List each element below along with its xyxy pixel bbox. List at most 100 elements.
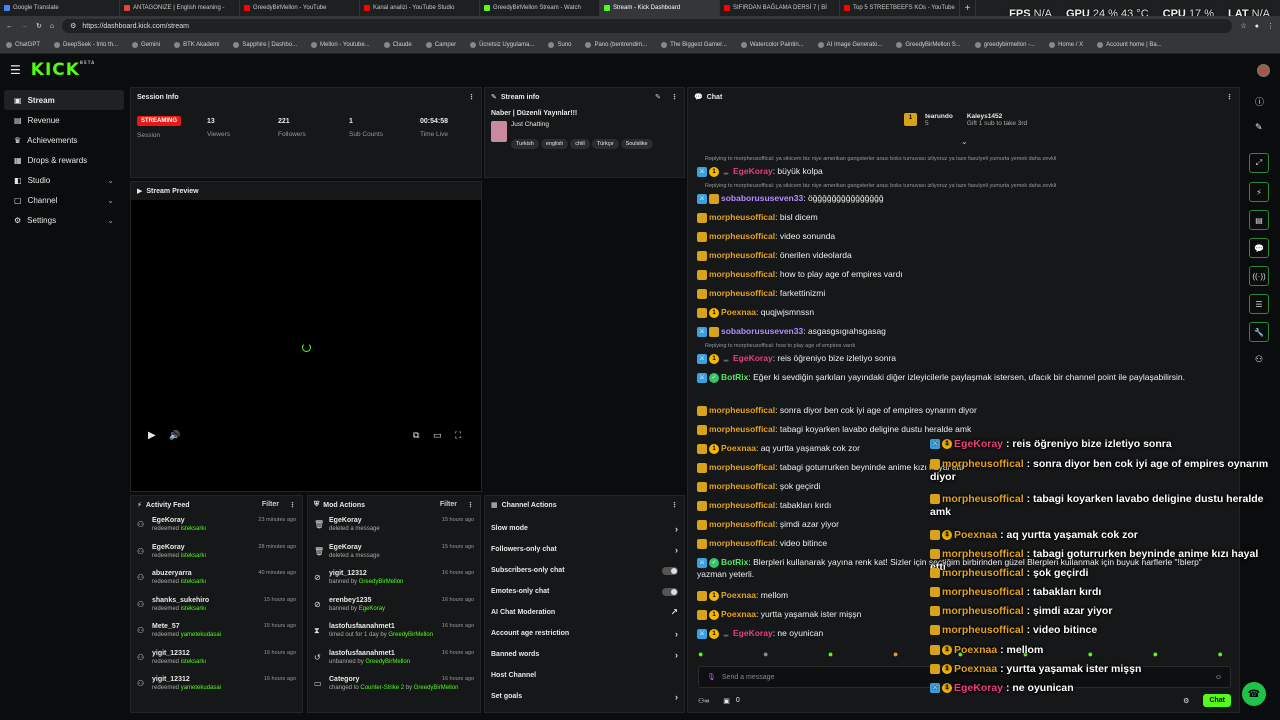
rail-button[interactable]: ((·)) <box>1249 266 1269 286</box>
browser-tab[interactable]: Kanal analizi - YouTube Studio <box>360 0 480 16</box>
star-icon[interactable]: ☆ <box>1240 22 1246 30</box>
activity-row[interactable]: ⚇ abuzeryarra redeemed isteksarkı 40 minute… <box>131 567 302 594</box>
tag[interactable]: Türkçe <box>591 139 619 149</box>
sidebar-item-achievements[interactable]: ♛ Achievements <box>4 130 124 150</box>
new-tab-button[interactable]: + <box>960 0 976 16</box>
chat-username[interactable]: morpheusoffical <box>709 405 775 415</box>
kick-logo[interactable]: KICKBETA <box>31 60 95 80</box>
chat-username[interactable]: morpheusoffical <box>709 519 775 529</box>
save-icon[interactable]: ▣ <box>723 697 730 705</box>
chat-message[interactable]: ⚔ ✓ BotRix: Eğer ki sevdiğin şarkıları yay… <box>697 371 1217 383</box>
chat-username[interactable]: sobaborususeven33 <box>721 193 803 203</box>
chat-message[interactable]: ⚔ sobaborususeven33: asgasgsıgıahsgasag <box>697 325 1217 337</box>
chat-message[interactable]: ⚔ sobaborususeven33: öğğğğğğğğğğğğğğğ <box>697 192 1217 204</box>
more-icon[interactable]: ⋮ <box>1226 93 1233 101</box>
more-icon[interactable]: ⋮ <box>671 501 678 509</box>
rail-button[interactable]: ⤢ <box>1249 153 1269 173</box>
browser-tab[interactable]: Google Translate <box>0 0 120 16</box>
bookmark-item[interactable]: DeepSeek - Into th... <box>54 41 118 48</box>
site-info-icon[interactable]: ⚙ <box>70 22 76 30</box>
emote-icon[interactable]: ● <box>763 649 768 659</box>
chat-username[interactable]: morpheusoffical <box>709 538 775 548</box>
bookmark-item[interactable]: BTK Akademi <box>174 41 219 48</box>
rail-button[interactable]: ⚡ <box>1249 182 1269 202</box>
sidebar-item-revenue[interactable]: ▤ Revenue <box>4 110 124 130</box>
chat-username[interactable]: morpheusoffical <box>709 462 775 472</box>
emote-icon[interactable]: ● <box>698 649 703 659</box>
rail-button[interactable]: ▤ <box>1249 210 1269 230</box>
chat-send-button[interactable]: Chat <box>1203 694 1231 707</box>
bookmark-item[interactable]: Watercolor Paintin... <box>740 41 804 48</box>
chat-message[interactable]: morpheusoffical: önerilen videolarda <box>697 249 1217 261</box>
rail-button[interactable]: 💬 <box>1249 238 1269 258</box>
back-icon[interactable]: ← <box>6 23 13 30</box>
more-icon[interactable]: ⋮ <box>671 93 678 101</box>
mod-row[interactable]: ↺ lastofusfaanahmet1 unbanned by GreedyBir… <box>308 647 480 674</box>
rail-button[interactable]: ☰ <box>1249 294 1269 314</box>
sidebar-item-stream[interactable]: ▣ Stream <box>4 90 124 110</box>
gear-icon[interactable]: ⚙ <box>1183 697 1189 705</box>
sidebar-item-studio[interactable]: ◧ Studio ⌄ <box>4 170 124 190</box>
chat-username[interactable]: EgeKoray <box>733 166 773 176</box>
chat-username[interactable]: morpheusoffical <box>709 424 775 434</box>
channel-action-row[interactable]: Account age restriction › <box>485 623 684 644</box>
mod-row[interactable]: ▭ Category changed to Counter-Strike 2 by … <box>308 673 480 700</box>
chevron-down-icon[interactable]: ⌄ <box>961 137 968 146</box>
bookmark-item[interactable]: The Biggest Gamer... <box>661 41 727 48</box>
play-button[interactable]: ▶ <box>148 430 156 441</box>
bookmark-item[interactable]: Pano (bentrendim... <box>585 41 647 48</box>
profile-icon[interactable]: ● <box>1255 23 1259 30</box>
chat-username[interactable]: Poexnaa <box>721 590 756 600</box>
add-widget-icon[interactable]: ⚇ <box>1255 354 1263 365</box>
chat-message[interactable]: 1 Poexnaa: quqjwjsmnssn <box>697 306 1217 318</box>
mod-row[interactable]: 🗑 EgeKoray deleted a message 15 hours ago <box>308 514 480 541</box>
mod-row[interactable]: 🗑 EgeKoray deleted a message 15 hours ago <box>308 541 480 568</box>
chat-username[interactable]: Poexnaa <box>721 443 756 453</box>
channel-action-row[interactable]: Followers-only chat › <box>485 539 684 560</box>
pip-icon[interactable]: ⧉ <box>413 430 419 441</box>
chat-message[interactable]: morpheusoffical: sonra diyor ben cok iyi… <box>697 404 1217 416</box>
channel-action-row[interactable]: Host Channel <box>485 665 684 686</box>
hamburger-icon[interactable]: ☰ <box>10 63 21 77</box>
tag[interactable]: chill <box>570 139 590 149</box>
activity-row[interactable]: ⚇ shanks_sukehiro redeemed isteksarkı 15 ho… <box>131 594 302 621</box>
edit-icon[interactable]: ✎ <box>655 93 661 101</box>
mod-row[interactable]: ⊘ erenbey1235 banned by EgeKoray 16 hours a… <box>308 594 480 621</box>
activity-row[interactable]: ⚇ yigit_12312 redeemed yametekudasai 16 hou… <box>131 673 302 700</box>
sidebar-item-channel[interactable]: ▢ Channel ⌄ <box>4 190 124 210</box>
bookmark-item[interactable]: Sapphire | Dashbo... <box>233 41 297 48</box>
sidebar-item-drops[interactable]: ▦ Drops & rewards <box>4 150 124 170</box>
bookmark-item[interactable]: Account home | Ba... <box>1097 41 1162 48</box>
bookmark-item[interactable]: AI Image Generato... <box>817 41 882 48</box>
chat-username[interactable]: Poexnaa <box>721 609 756 619</box>
chat-message[interactable]: morpheusoffical: farkettinizmi <box>697 287 1217 299</box>
activity-row[interactable]: ⚇ EgeKoray redeemed isteksarkı 28 minutes a… <box>131 541 302 568</box>
activity-row[interactable]: ⚇ Mete_57 redeemed yametekudasai 15 hours a… <box>131 620 302 647</box>
chat-username[interactable]: morpheusoffical <box>709 269 775 279</box>
sidebar-item-settings[interactable]: ⚙ Settings ⌄ <box>4 210 124 230</box>
chat-username[interactable]: EgeKoray <box>733 628 773 638</box>
chat-username[interactable]: morpheusoffical <box>709 481 775 491</box>
mod-row[interactable]: ⧗ lastofusfaanahmet1 timed out for 1 day b… <box>308 620 480 647</box>
chat-message[interactable]: morpheusoffical: bisl dicem <box>697 211 1217 223</box>
bookmark-item[interactable]: Home / X <box>1049 41 1083 48</box>
chat-message[interactable]: morpheusoffical: tabagi koyarken lavabo … <box>697 423 1217 435</box>
chat-message[interactable]: morpheusoffical: how to play age of empi… <box>697 268 1217 280</box>
browser-tab[interactable]: SIFIRDAN BAĞLAMA DERSİ 7 | Bİ <box>720 0 840 16</box>
chat-username[interactable]: morpheusoffical <box>709 500 775 510</box>
channel-action-row[interactable]: Set goals › <box>485 686 684 707</box>
chat-message[interactable]: ⚔ 1 ▂ EgeKoray: reis öğreniyo bize izletiyo… <box>697 352 1217 364</box>
forward-icon[interactable]: → <box>21 23 28 30</box>
info-icon[interactable]: ⓘ <box>1255 95 1264 108</box>
browser-tab-active[interactable]: Stream - Kick Dashboard <box>600 0 720 16</box>
chat-username[interactable]: morpheusoffical <box>709 212 775 222</box>
bookmark-item[interactable]: Gemini <box>132 41 160 48</box>
chat-message[interactable]: morpheusoffical: video sonunda <box>697 230 1217 242</box>
tag[interactable]: Soulslike <box>620 139 653 149</box>
chat-username[interactable]: EgeKoray <box>733 353 773 363</box>
browser-tab[interactable]: GreedyBirMellon - YouTube <box>240 0 360 16</box>
fullscreen-icon[interactable]: ⛶ <box>455 430 461 441</box>
bookmark-item[interactable]: greedybirmellon -... <box>974 41 1035 48</box>
tag[interactable]: english <box>540 139 569 149</box>
chat-username[interactable]: morpheusoffical <box>709 231 775 241</box>
